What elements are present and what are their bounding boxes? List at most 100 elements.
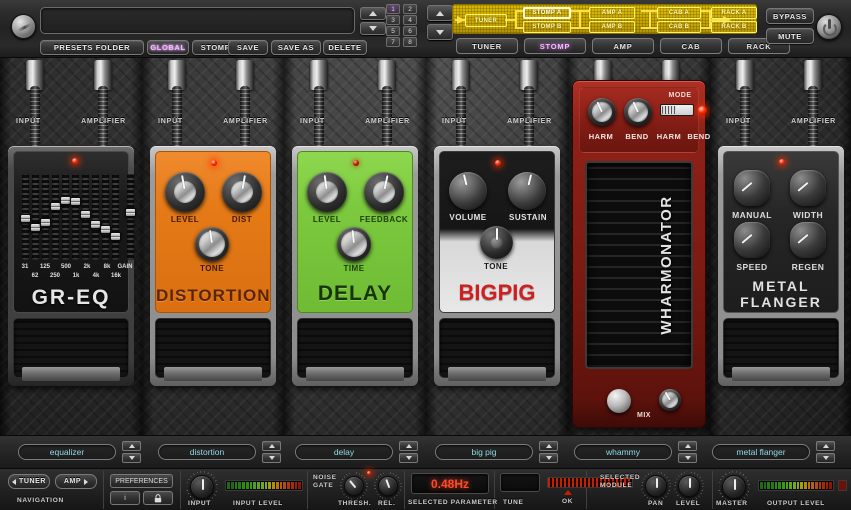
knob-feedback[interactable] (364, 172, 404, 212)
preset-down-metal-flanger[interactable] (816, 453, 835, 463)
pedal-delay[interactable]: LEVEL FEEDBACK TIME DELAY (292, 146, 418, 386)
info-button[interactable]: i (110, 491, 140, 505)
eq-slider-gain[interactable] (125, 208, 136, 217)
chain-node-amp-b[interactable]: AMP B (589, 21, 635, 33)
preset-slot-3[interactable]: 3 (386, 15, 400, 25)
delete-button[interactable]: DELETE (323, 40, 367, 55)
bank-down-button[interactable] (427, 24, 453, 40)
chain-node-cab-a[interactable]: CAB A (657, 7, 701, 19)
pedal-metal-flanger[interactable]: MANUAL WIDTH SPEED REGEN METAL FLANGER (718, 146, 844, 386)
preset-field-distortion[interactable]: distortion (158, 444, 256, 460)
preset-field-metal-flanger[interactable]: metal flanger (712, 444, 810, 460)
knob-tone[interactable] (195, 227, 229, 261)
knob-sustain[interactable] (508, 172, 546, 210)
nav-prev-tuner-button[interactable]: TUNER (8, 474, 50, 489)
footswitch-delay[interactable] (297, 318, 413, 381)
chain-node-rack-a[interactable]: RACK A (711, 7, 757, 19)
knob-harm[interactable] (588, 98, 616, 126)
knob-regen[interactable] (790, 222, 826, 258)
module-level-knob[interactable] (678, 475, 700, 497)
knob-level[interactable] (165, 172, 205, 212)
presets-folder-button[interactable]: PRESETS FOLDER (40, 40, 144, 55)
preset-up-equalizer[interactable] (122, 441, 141, 451)
master-volume-knob[interactable] (722, 475, 746, 499)
knob-speed[interactable] (734, 222, 770, 258)
preset-slot-4[interactable]: 4 (403, 15, 417, 25)
tab-tuner[interactable]: TUNER (456, 38, 518, 54)
power-button[interactable] (816, 14, 842, 40)
preset-slot-8[interactable]: 8 (403, 37, 417, 47)
mode-switch[interactable] (660, 104, 694, 116)
knob-volume[interactable] (449, 172, 487, 210)
eq-slider-1k[interactable] (70, 197, 81, 206)
eq-slider-125[interactable] (40, 218, 51, 227)
tab-amp[interactable]: AMP (592, 38, 654, 54)
pedal-distortion[interactable]: LEVEL DIST TONE DISTORTION (150, 146, 276, 386)
eq-slider-grid[interactable] (20, 174, 136, 260)
preset-down-button[interactable] (360, 22, 386, 35)
knob-manual[interactable] (734, 170, 770, 206)
footswitch-bigpig[interactable] (439, 318, 555, 381)
tab-cab[interactable]: CAB (660, 38, 722, 54)
footswitch-metal-flanger[interactable] (723, 318, 839, 381)
chain-node-amp-a[interactable]: AMP A (589, 7, 635, 19)
preset-slot-5[interactable]: 5 (386, 26, 400, 36)
noise-gate-release-knob[interactable] (378, 476, 398, 496)
wharmonator-toe-switch[interactable] (607, 389, 631, 413)
bank-up-button[interactable] (427, 5, 453, 21)
knob-tone[interactable] (480, 226, 513, 259)
tab-stomp[interactable]: STOMP (524, 38, 586, 54)
mute-button[interactable]: MUTE (766, 28, 814, 44)
preset-down-delay[interactable] (399, 453, 418, 463)
chain-node-cab-b[interactable]: CAB B (657, 21, 701, 33)
preset-slot-2[interactable]: 2 (403, 4, 417, 14)
signal-chain-diagram[interactable]: TUNER STOMP A STOMP B AMP A AMP B CAB A … (452, 4, 757, 34)
knob-dist[interactable] (222, 172, 262, 212)
preset-down-distortion[interactable] (262, 453, 281, 463)
save-as-button[interactable]: SAVE AS (271, 40, 321, 55)
preset-up-bigpig[interactable] (539, 441, 558, 451)
knob-level[interactable] (307, 172, 347, 212)
preset-field-equalizer[interactable]: equalizer (18, 444, 116, 460)
footswitch-equalizer[interactable] (13, 318, 129, 381)
knob-mix[interactable] (659, 389, 681, 411)
chain-node-stomp-a[interactable]: STOMP A (523, 7, 571, 19)
pedal-wharmonator[interactable]: MODE HARM BEND HARM BEND WHARMONATOR MIX (572, 80, 710, 428)
preset-name-input[interactable] (40, 7, 355, 34)
preset-field-whammy[interactable]: whammy (574, 444, 672, 460)
pedal-equalizer[interactable]: 31 125 500 2k 8k GAIN 62 250 1k 4k 16k G… (8, 146, 136, 386)
footswitch-distortion[interactable] (155, 318, 271, 381)
preset-down-bigpig[interactable] (539, 453, 558, 463)
preset-up-distortion[interactable] (262, 441, 281, 451)
preset-field-bigpig[interactable]: big pig (435, 444, 533, 460)
eq-slider-31[interactable] (20, 214, 31, 223)
chain-node-tuner[interactable]: TUNER (465, 14, 507, 27)
pan-knob[interactable] (645, 475, 667, 497)
preset-slot-1[interactable]: 1 (386, 4, 400, 14)
chain-node-rack-b[interactable]: RACK B (711, 21, 757, 33)
preset-down-equalizer[interactable] (122, 453, 141, 463)
eq-slider-16k[interactable] (110, 232, 121, 241)
preset-down-whammy[interactable] (678, 453, 697, 463)
wharmonator-treadle[interactable]: WHARMONATOR (585, 161, 693, 369)
chain-node-stomp-b[interactable]: STOMP B (523, 21, 571, 33)
preset-field-delay[interactable]: delay (295, 444, 393, 460)
lock-button[interactable] (143, 491, 173, 505)
preset-up-delay[interactable] (399, 441, 418, 451)
preferences-button[interactable]: PREFERENCES (110, 474, 173, 488)
preset-slot-6[interactable]: 6 (403, 26, 417, 36)
preset-up-whammy[interactable] (678, 441, 697, 451)
bypass-button[interactable]: BYPASS (766, 8, 814, 24)
knob-width[interactable] (790, 170, 826, 206)
pedal-bigpig[interactable]: VOLUME SUSTAIN TONE BIGPIG (434, 146, 560, 386)
knob-time[interactable] (337, 227, 371, 261)
nav-next-amp-button[interactable]: AMP (55, 474, 97, 489)
noise-gate-thresh-knob[interactable] (344, 476, 364, 496)
preset-slot-7[interactable]: 7 (386, 37, 400, 47)
preset-up-button[interactable] (360, 7, 386, 20)
save-button[interactable]: SAVE (228, 40, 268, 55)
knob-bend[interactable] (624, 98, 652, 126)
input-gain-knob[interactable] (190, 475, 214, 499)
preset-up-metal-flanger[interactable] (816, 441, 835, 451)
eq-slider-2k[interactable] (80, 210, 91, 219)
